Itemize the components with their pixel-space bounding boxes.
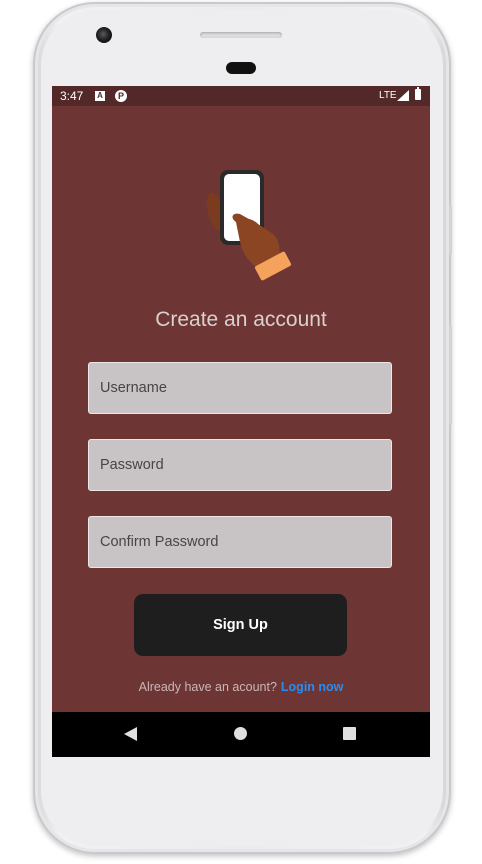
signal-icon — [397, 90, 409, 101]
status-time: 3:47 — [60, 89, 84, 103]
password-input[interactable] — [89, 440, 391, 490]
recents-square-icon[interactable] — [343, 727, 356, 740]
power-button — [449, 205, 452, 255]
login-prompt-text: Already have an acount? — [138, 680, 277, 694]
front-camera — [96, 27, 112, 43]
confirm-password-input[interactable] — [89, 517, 391, 567]
login-now-link[interactable]: Login now — [281, 680, 343, 694]
navigation-bar — [52, 712, 430, 757]
notification-p-icon: P — [115, 90, 127, 102]
hand-holding-phone-icon — [206, 170, 292, 281]
page-title: Create an account — [155, 308, 327, 331]
volume-button — [449, 325, 452, 425]
home-circle-icon[interactable] — [234, 727, 247, 740]
confirm-password-field-container — [88, 516, 392, 568]
battery-icon — [415, 87, 421, 100]
login-prompt-row: Already have an acount? Login now — [52, 680, 430, 694]
username-input[interactable] — [89, 363, 391, 413]
password-field-container — [88, 439, 392, 491]
app-screen: 3:47 A P LTE Create an account Sign Up A… — [52, 86, 430, 756]
status-bar: 3:47 A P LTE — [52, 86, 430, 106]
earpiece-speaker — [200, 32, 282, 38]
username-field-container — [88, 362, 392, 414]
network-type: LTE — [379, 90, 397, 101]
proximity-sensor — [226, 62, 256, 74]
signup-button[interactable]: Sign Up — [134, 594, 347, 656]
notification-a-icon: A — [95, 91, 105, 101]
back-triangle-icon[interactable] — [124, 727, 137, 741]
